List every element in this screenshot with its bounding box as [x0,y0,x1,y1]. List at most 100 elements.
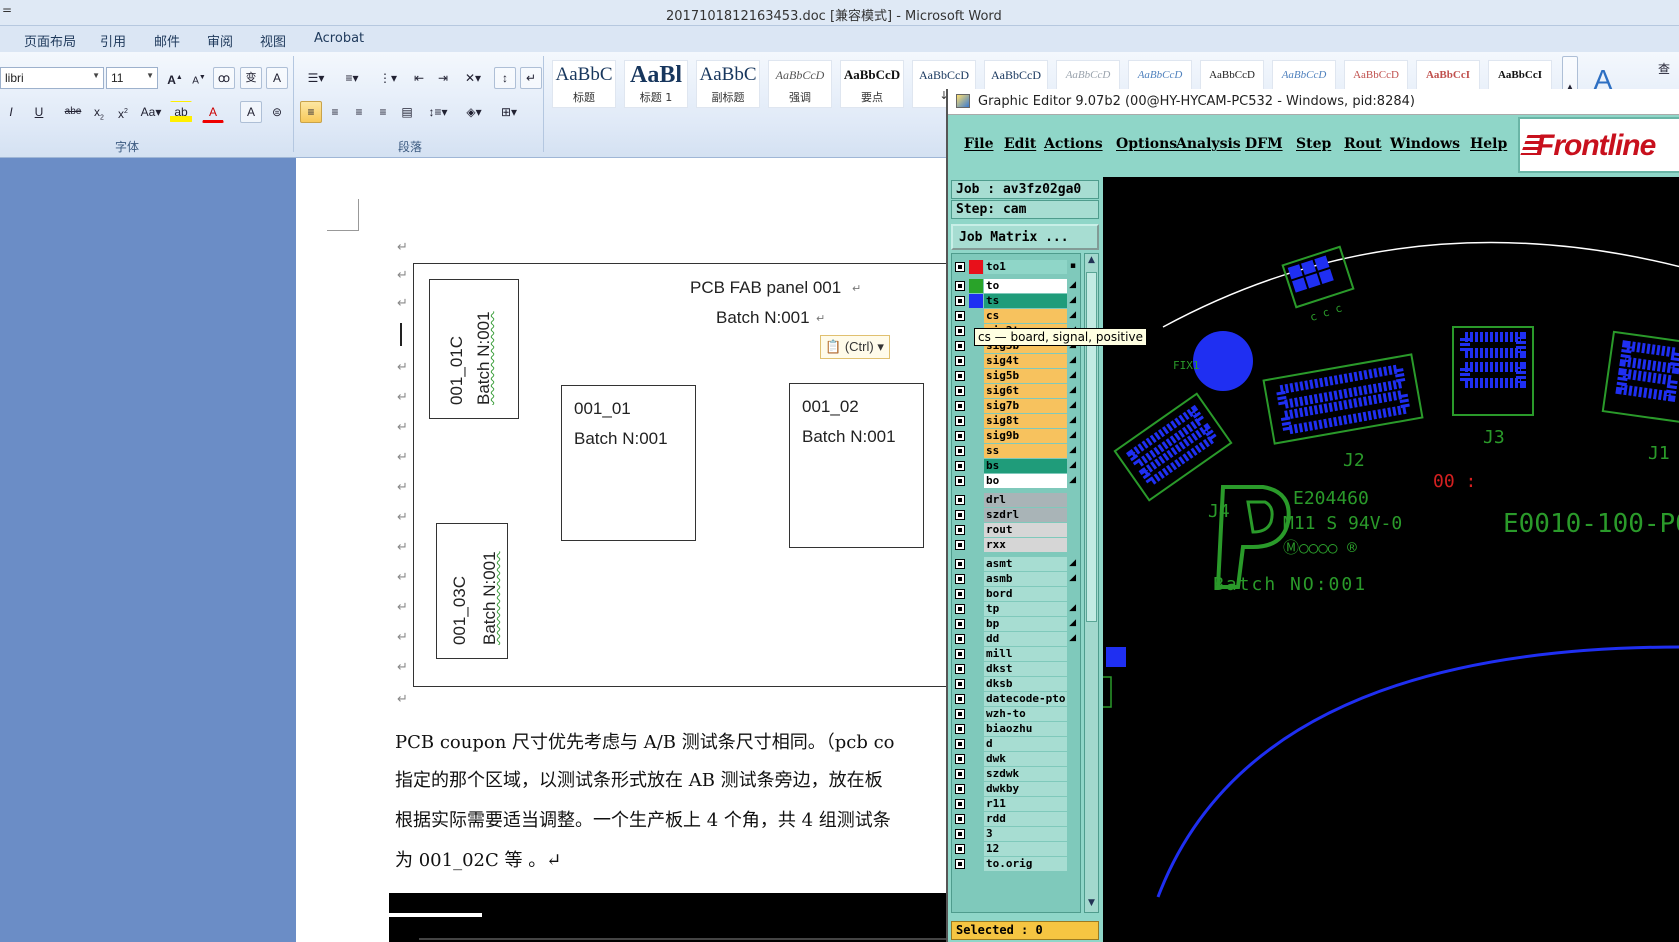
layer-row-asmt[interactable]: asmt ◢ [952,557,1080,571]
shading-icon[interactable]: ◈▾ [458,101,490,123]
layer-checkbox[interactable] [955,784,965,794]
layer-row-d[interactable]: d [952,737,1080,751]
multilevel-list-icon[interactable]: ⋮▾ [372,67,404,89]
menu-options[interactable]: Options [1116,136,1177,152]
layer-row-rxx[interactable]: rxx [952,538,1080,552]
layer-row-3[interactable]: 3 [952,827,1080,841]
chinese-layout-icon[interactable]: ✕▾ [458,67,488,89]
menu-actions[interactable]: Actions [1044,136,1103,152]
layer-row-wzh-to[interactable]: wzh-to [952,707,1080,721]
layer-checkbox[interactable] [955,476,965,486]
menu-analysis[interactable]: Analysis [1176,136,1241,152]
layer-checkbox[interactable] [955,326,965,336]
layer-checkbox[interactable] [955,416,965,426]
increase-indent-icon[interactable]: ⇥ [432,67,454,89]
character-shading-icon[interactable]: A [240,101,262,123]
layer-row-bo[interactable]: bo ◢ [952,474,1080,488]
layer-row-ts[interactable]: ts ◢ [952,294,1080,308]
layer-row-sig5b[interactable]: sig5b ◢ [952,369,1080,383]
show-marks-icon[interactable]: ↵ [520,67,542,89]
bullets-icon[interactable]: ☰▾ [300,67,332,89]
layer-checkbox[interactable] [955,694,965,704]
layer-row-to1[interactable]: to1 ▪ [952,260,1080,274]
subscript-icon[interactable]: x2 [88,101,110,123]
pcb-canvas[interactable]: FIX1 c c c J2 J3 J1 J4 00: E204460 M11 … [1103,177,1679,942]
font-name-select[interactable]: libri ▼ [0,67,104,89]
tab-review[interactable]: 审阅 [207,31,233,50]
style-3[interactable]: AaBbCcD 强调 [768,60,832,108]
layer-checkbox[interactable] [955,540,965,550]
style-4[interactable]: AaBbCcD 要点 [840,60,904,108]
layer-checkbox[interactable] [955,525,965,535]
layer-row-rdd[interactable]: rdd [952,812,1080,826]
layer-row-sig9b[interactable]: sig9b ◢ [952,429,1080,443]
menu-dfm[interactable]: DFM [1245,136,1283,152]
layer-row-biaozhu[interactable]: biaozhu [952,722,1080,736]
layer-checkbox[interactable] [955,724,965,734]
layer-row-sig8t[interactable]: sig8t ◢ [952,414,1080,428]
job-matrix-button[interactable]: Job Matrix ... [951,224,1099,250]
layer-row-12[interactable]: 12 [952,842,1080,856]
borders-icon[interactable]: ⊞▾ [494,101,524,123]
align-center-icon[interactable]: ≡ [324,101,346,123]
layer-row-datecode-pto[interactable]: datecode-pto [952,692,1080,706]
style-2[interactable]: AaBbC 副标题 [696,60,760,108]
layer-row-r11[interactable]: r11 [952,797,1080,811]
decrease-indent-icon[interactable]: ⇤ [408,67,430,89]
layer-checkbox[interactable] [955,829,965,839]
layer-checkbox[interactable] [955,401,965,411]
layer-row-ss[interactable]: ss ◢ [952,444,1080,458]
layer-checkbox[interactable] [955,799,965,809]
distributed-icon[interactable]: ▤ [396,101,418,123]
layer-checkbox[interactable] [955,281,965,291]
tab-acrobat[interactable]: Acrobat [314,31,364,46]
layer-color-swatch[interactable] [969,279,983,293]
enclose-character-icon[interactable]: ⊜ [266,101,288,123]
layer-row-sig6t[interactable]: sig6t ◢ [952,384,1080,398]
layer-row-dkst[interactable]: dkst [952,662,1080,676]
layer-checkbox[interactable] [955,510,965,520]
layer-checkbox[interactable] [955,341,965,351]
layer-checkbox[interactable] [955,634,965,644]
layer-checkbox[interactable] [955,589,965,599]
style-0[interactable]: AaBbC 标题 [552,60,616,108]
layer-scrollbar[interactable]: ▲ ▼ [1084,253,1099,913]
layer-row-dksb[interactable]: dksb [952,677,1080,691]
layer-checkbox[interactable] [955,739,965,749]
strikethrough-icon[interactable]: abe [62,101,84,123]
tab-references[interactable]: 引用 [100,31,126,50]
layer-color-swatch[interactable] [969,260,983,274]
layer-checkbox[interactable] [955,859,965,869]
layer-checkbox[interactable] [955,769,965,779]
align-left-icon[interactable]: ≡ [300,101,322,123]
menu-rout[interactable]: Rout [1344,136,1382,152]
sort-icon[interactable]: ↕ [494,67,516,89]
layer-checkbox[interactable] [955,461,965,471]
layer-checkbox[interactable] [955,386,965,396]
layer-checkbox[interactable] [955,371,965,381]
layer-row-tp[interactable]: tp ◢ [952,602,1080,616]
menu-windows[interactable]: Windows [1390,136,1460,152]
tab-view[interactable]: 视图 [260,31,286,50]
layer-checkbox[interactable] [955,649,965,659]
layer-checkbox[interactable] [955,495,965,505]
menu-edit[interactable]: Edit [1004,136,1036,152]
menu-help[interactable]: Help [1470,136,1507,152]
layer-checkbox[interactable] [955,311,965,321]
layer-checkbox[interactable] [955,604,965,614]
style-1[interactable]: AaBl 标题 1 [624,60,688,108]
quick-access-icon[interactable]: = [2,3,12,17]
find-label[interactable]: 查 [1658,60,1670,77]
layer-row-mill[interactable]: mill [952,647,1080,661]
character-border-icon[interactable]: A [266,67,288,89]
layer-checkbox[interactable] [955,262,965,272]
layer-checkbox[interactable] [955,619,965,629]
layer-color-swatch[interactable] [969,294,983,308]
layer-row-bp[interactable]: bp ◢ [952,617,1080,631]
layer-checkbox[interactable] [955,754,965,764]
menu-file[interactable]: File [964,136,993,152]
clear-format-icon[interactable]: ꝏ [213,67,235,89]
underline-icon[interactable]: U [28,101,50,123]
font-color-icon[interactable]: A [202,101,224,123]
layer-row-dwk[interactable]: dwk [952,752,1080,766]
